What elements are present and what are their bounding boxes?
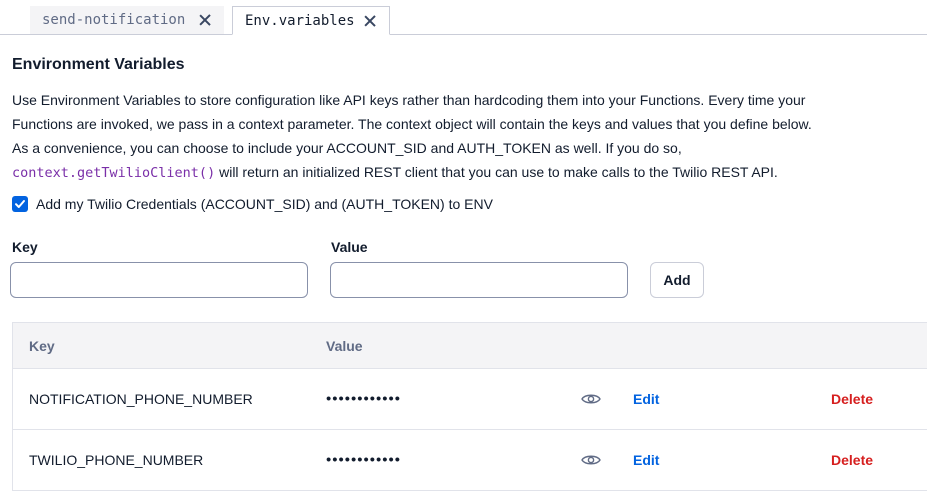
credentials-checkbox[interactable] bbox=[12, 196, 28, 212]
row-value-masked: •••••••••••• bbox=[326, 390, 402, 408]
description-text: Use Environment Variables to store confi… bbox=[12, 92, 812, 156]
checkmark-icon bbox=[15, 200, 25, 208]
section-title: Environment Variables bbox=[12, 56, 185, 73]
header-key: Key bbox=[29, 337, 55, 354]
tab-label: Env.variables bbox=[245, 12, 355, 29]
delete-button[interactable]: Delete bbox=[831, 391, 873, 407]
close-icon[interactable] bbox=[198, 13, 212, 27]
tab-send-notification[interactable]: send-notification bbox=[30, 6, 224, 34]
table-row: TWILIO_PHONE_NUMBER •••••••••••• Edit De… bbox=[13, 430, 927, 490]
env-variables-table: Key Value NOTIFICATION_PHONE_NUMBER ••••… bbox=[12, 322, 927, 491]
table-row: NOTIFICATION_PHONE_NUMBER •••••••••••• E… bbox=[13, 369, 927, 430]
tab-env-variables[interactable]: Env.variables bbox=[232, 6, 390, 35]
tab-label: send-notification bbox=[42, 12, 186, 28]
table-header: Key Value bbox=[13, 323, 927, 369]
section-description: Use Environment Variables to store confi… bbox=[12, 88, 812, 185]
key-label: Key bbox=[12, 239, 38, 255]
description-text: will return an initialized REST client t… bbox=[215, 164, 778, 180]
header-value: Value bbox=[326, 337, 363, 354]
credentials-label: Add my Twilio Credentials (ACCOUNT_SID) … bbox=[36, 196, 493, 212]
edit-button[interactable]: Edit bbox=[633, 391, 659, 407]
close-icon[interactable] bbox=[363, 14, 377, 28]
value-input[interactable] bbox=[330, 262, 628, 298]
code-snippet: context.getTwilioClient() bbox=[12, 165, 216, 181]
delete-button[interactable]: Delete bbox=[831, 452, 873, 468]
row-key: TWILIO_PHONE_NUMBER bbox=[29, 452, 204, 468]
credentials-option: Add my Twilio Credentials (ACCOUNT_SID) … bbox=[12, 196, 493, 212]
add-button[interactable]: Add bbox=[650, 262, 704, 298]
row-value-masked: •••••••••••• bbox=[326, 451, 402, 469]
eye-icon[interactable] bbox=[581, 392, 601, 406]
eye-icon[interactable] bbox=[581, 453, 601, 467]
key-input[interactable] bbox=[10, 262, 308, 298]
value-label: Value bbox=[331, 239, 368, 255]
tab-bar: send-notification Env.variables bbox=[0, 0, 927, 35]
edit-button[interactable]: Edit bbox=[633, 452, 659, 468]
row-key: NOTIFICATION_PHONE_NUMBER bbox=[29, 391, 253, 407]
